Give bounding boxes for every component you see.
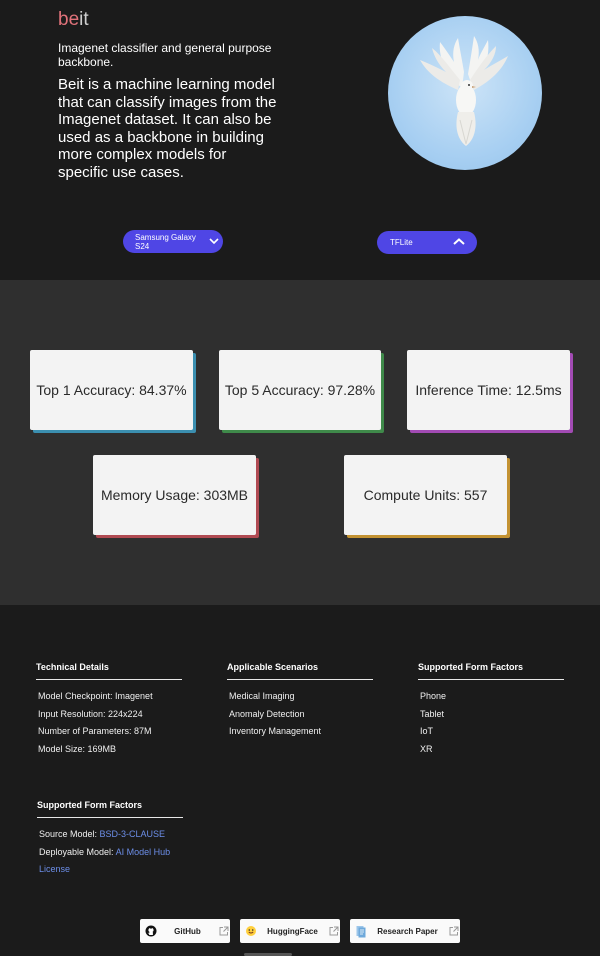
runtime-select[interactable]: TFLite — [377, 231, 477, 254]
list-item: IoT — [420, 726, 434, 736]
list-item: Anomaly Detection — [229, 708, 305, 719]
list-item: Model Checkpoint: Imagenet — [38, 691, 153, 701]
source-model-license: Source Model: BSD-3-CLAUSE — [39, 826, 183, 844]
device-select-label: Samsung Galaxy S24 — [135, 232, 196, 251]
metric-top1-label: Top 1 Accuracy: 84.37% — [36, 382, 187, 398]
license-details: Supported Form Factors Source Model: BSD… — [37, 800, 183, 879]
huggingface-icon — [243, 925, 259, 937]
metric-compute-label: Compute Units: 557 — [363, 487, 488, 503]
technical-details-heading: Technical Details — [36, 662, 182, 680]
list-item: Medical Imaging — [229, 691, 295, 701]
chevron-down-icon — [209, 237, 219, 247]
list-item: Tablet — [420, 708, 445, 719]
research-paper-button[interactable]: Research Paper — [350, 919, 460, 943]
source-model-label: Source Model: — [39, 829, 100, 839]
dove-image — [388, 16, 542, 170]
model-title-rest: it — [79, 9, 89, 30]
document-icon — [353, 925, 369, 938]
metric-card-top5: Top 5 Accuracy: 97.28% — [219, 350, 381, 430]
device-select[interactable]: Samsung Galaxy S24 — [123, 230, 223, 253]
license-heading: Supported Form Factors — [37, 800, 183, 818]
github-label: GitHub — [174, 926, 201, 936]
external-link-icon — [326, 926, 340, 937]
list-item: Input Resolution: 224x224 — [38, 708, 143, 719]
runtime-select-label: TFLite — [390, 238, 413, 247]
deployable-model-license: Deployable Model: AI Model Hub — [39, 844, 183, 862]
technical-details: Technical Details Model Checkpoint: Imag… — [36, 662, 182, 758]
metric-card-memory: Memory Usage: 303MB — [93, 455, 256, 535]
list-item: Phone — [420, 691, 447, 701]
metrics-section: Top 1 Accuracy: 84.37% Top 5 Accuracy: 9… — [0, 280, 600, 605]
github-button[interactable]: GitHub — [140, 919, 230, 943]
metric-memory-label: Memory Usage: 303MB — [100, 487, 249, 503]
metric-card-top1: Top 1 Accuracy: 84.37% — [30, 350, 193, 430]
huggingface-label: HuggingFace — [267, 926, 318, 936]
metric-top5-label: Top 5 Accuracy: 97.28% — [224, 382, 376, 398]
list-item: Number of Parameters: 87M — [38, 726, 152, 736]
external-link-icon — [446, 926, 460, 937]
model-title: beit — [58, 9, 89, 31]
huggingface-button[interactable]: HuggingFace — [240, 919, 340, 943]
model-subtitle: Imagenet classifier and general purpose … — [58, 41, 272, 69]
deployable-model-label: Deployable Model: — [39, 846, 116, 857]
list-item: Inventory Management — [229, 726, 322, 736]
supported-form-factors: Supported Form Factors Phone Tablet IoT … — [418, 662, 564, 758]
hero-section: beit Imagenet classifier and general pur… — [0, 0, 600, 280]
metric-card-compute: Compute Units: 557 — [344, 455, 507, 535]
research-paper-label: Research Paper — [377, 926, 438, 936]
applicable-scenarios: Applicable Scenarios Medical Imaging Ano… — [227, 662, 373, 741]
list-item: XR — [420, 743, 433, 754]
deploy-license-link-continued[interactable]: License — [39, 864, 70, 874]
metric-inference-label: Inference Time: 12.5ms — [415, 382, 562, 398]
metric-card-inference: Inference Time: 12.5ms — [407, 350, 570, 430]
chevron-up-icon — [453, 237, 465, 248]
github-icon — [143, 925, 159, 937]
list-item: Model Size: 169MB — [38, 743, 117, 754]
deploy-license-link[interactable]: AI Model Hub — [116, 847, 171, 857]
external-link-icon — [216, 926, 230, 937]
source-license-link[interactable]: BSD-3-CLAUSE — [100, 829, 166, 839]
model-title-highlight: be — [58, 9, 80, 30]
form-factors-heading: Supported Form Factors — [418, 662, 564, 680]
model-description: Beit is a machine learning model that ca… — [58, 76, 277, 181]
applicable-scenarios-heading: Applicable Scenarios — [227, 662, 373, 680]
